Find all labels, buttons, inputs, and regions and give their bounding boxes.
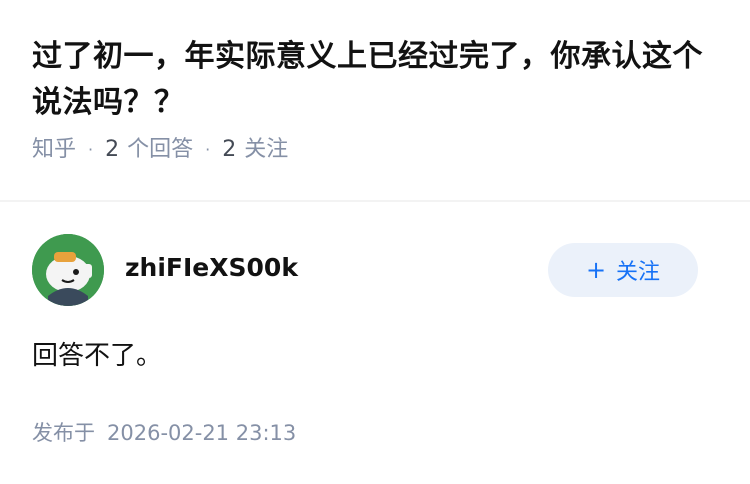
answer-count-label[interactable]: 个回答 (127, 132, 193, 168)
answer-count: 2 (105, 137, 120, 162)
answer-content: 回答不了。 (32, 341, 163, 371)
published-label: 发布于 (32, 421, 95, 445)
plus-icon: + (585, 256, 607, 284)
avatar[interactable] (32, 234, 104, 306)
question-header: 过了初一，年实际意义上已经过完了，你承认这个说法吗？？ 知乎 · 2 个回答 ·… (32, 34, 722, 168)
follow-button[interactable]: + 关注 (548, 243, 698, 297)
separator-dot: · (205, 140, 211, 159)
published-time: 2026-02-21 23:13 (107, 421, 297, 445)
author-name[interactable]: zhiFIeXS00k (125, 250, 298, 286)
avatar-illustration (32, 234, 104, 306)
follower-count-label[interactable]: 关注 (244, 132, 288, 168)
publish-info: 发布于 2026-02-21 23:13 (32, 416, 296, 450)
separator-dot: · (88, 140, 94, 159)
question-title[interactable]: 过了初一，年实际意义上已经过完了，你承认这个说法吗？？ (32, 34, 722, 126)
divider (0, 200, 750, 202)
question-meta: 知乎 · 2 个回答 · 2 关注 (32, 132, 722, 168)
answer-author-row: zhiFIeXS00k + 关注 (32, 234, 698, 306)
follower-count: 2 (222, 137, 237, 162)
follow-button-label: 关注 (616, 260, 661, 285)
source-label[interactable]: 知乎 (32, 132, 76, 168)
